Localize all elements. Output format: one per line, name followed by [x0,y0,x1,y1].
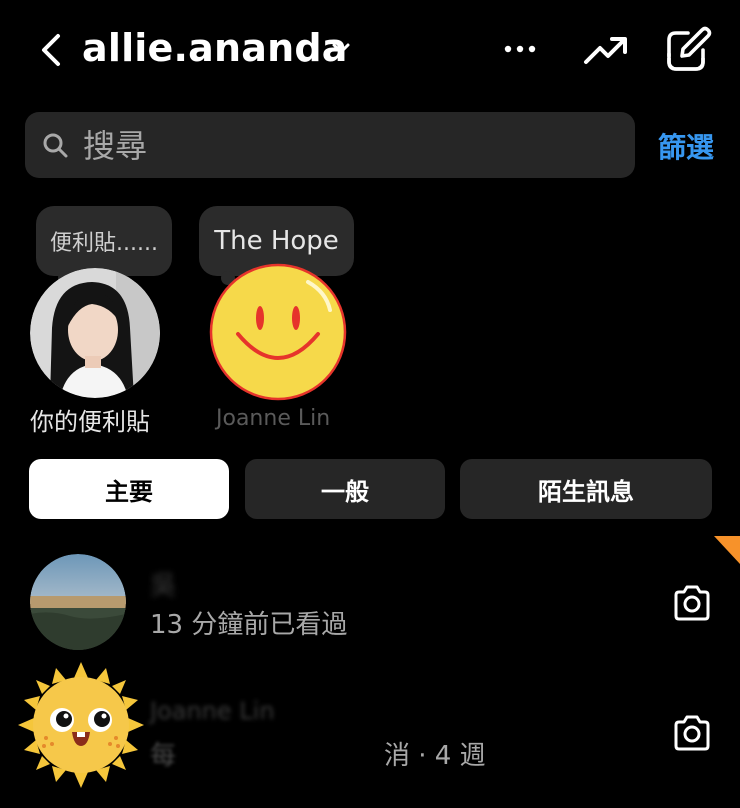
back-arrow-icon[interactable] [34,28,74,72]
conversation-status: 13 分鐘前已看過 [150,610,348,640]
search-input[interactable] [81,120,605,172]
sun-avatar[interactable] [16,660,146,790]
conversation-status-suffix: 消 · 4 週 [384,741,486,771]
search-icon [43,133,68,158]
note-label-joanne: Joanne Lin [216,406,331,431]
conversation-name: Joanne Lin [150,697,275,725]
new-message-icon[interactable] [664,26,712,74]
filter-button[interactable]: 篩選 [658,126,714,166]
tab-general[interactable]: 一般 [245,459,445,519]
corner-marker [714,536,740,564]
conversation-status-prefix: 每 [150,741,177,771]
chevron-down-icon[interactable] [330,38,352,60]
note-label-own: 你的便利貼 [30,408,150,436]
conversation-name: 吳 [150,571,177,601]
trending-icon[interactable] [580,28,630,72]
tab-requests[interactable]: 陌生訊息 [460,459,712,519]
note-bubble-own[interactable]: 便利貼...... [36,206,172,285]
tab-primary[interactable]: 主要 [29,459,229,519]
camera-icon[interactable] [670,582,714,626]
smiley-avatar[interactable] [208,262,348,402]
more-icon[interactable] [500,34,540,64]
avatar[interactable] [30,268,160,398]
camera-icon[interactable] [670,712,714,756]
search-bar[interactable] [25,112,635,178]
account-username[interactable]: allie.ananda [82,26,348,70]
avatar[interactable] [30,554,126,650]
